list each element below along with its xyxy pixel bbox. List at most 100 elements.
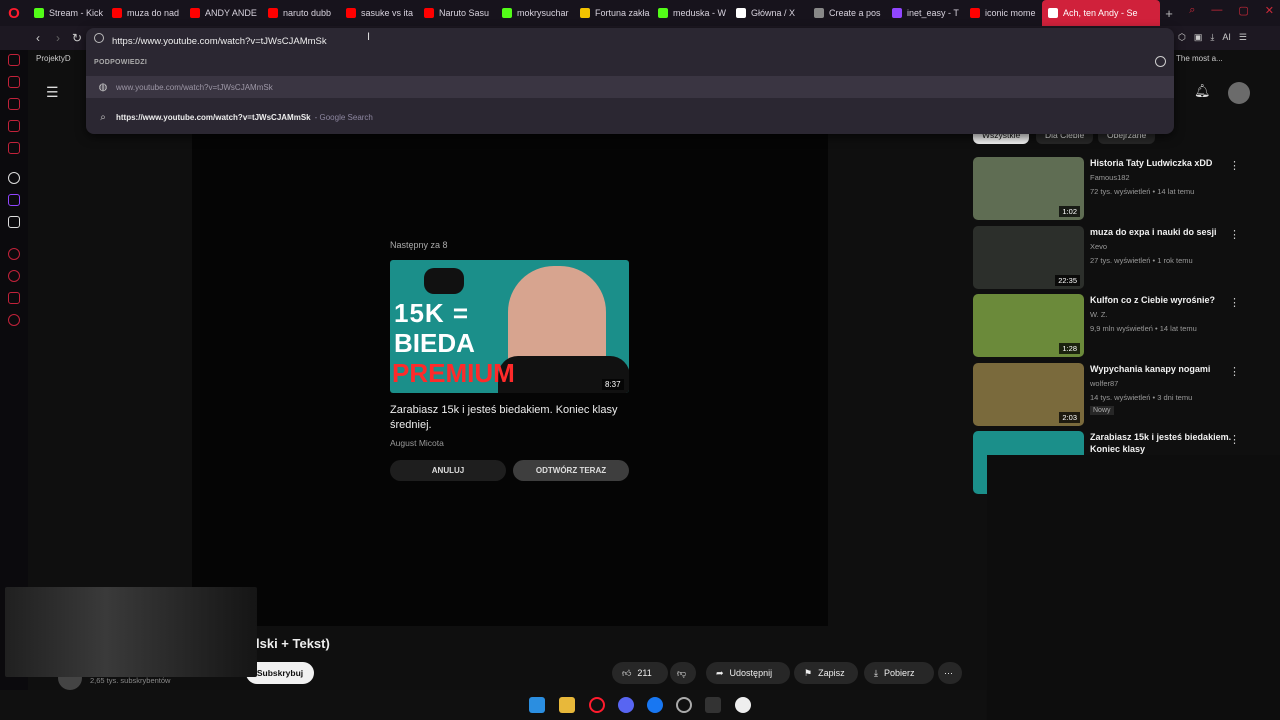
discord-icon[interactable] — [618, 697, 634, 713]
channel-name[interactable]: wolfer87 — [1090, 379, 1118, 388]
video-title[interactable]: muza do expa i nauki do sesji — [1090, 226, 1240, 238]
video-title[interactable]: Wypychania kanapy nogami — [1090, 363, 1240, 375]
search-tabs-icon[interactable]: ⌕ — [1189, 4, 1195, 17]
more-options-icon[interactable]: ⋮ — [1229, 296, 1240, 309]
recommendation-item[interactable]: 22:35 muza do expa i nauki do sesji Xevo 27… — [973, 226, 1263, 290]
dog-graphic — [424, 268, 464, 294]
browser-tab[interactable]: Główna / X — [730, 0, 808, 26]
extensions-icon[interactable] — [8, 292, 20, 304]
opera-taskbar-icon[interactable] — [589, 697, 605, 713]
bookmark-item[interactable]: The most a... — [1176, 54, 1223, 63]
reload-icon[interactable]: ↻ — [72, 31, 82, 45]
history-icon[interactable] — [8, 76, 20, 88]
extensions-icon[interactable]: ⬡ — [1178, 32, 1186, 43]
more-options-icon[interactable]: ⋮ — [1229, 159, 1240, 172]
tab-favicon-icon — [502, 8, 512, 18]
ai-button[interactable]: AI — [1222, 32, 1231, 43]
video-thumbnail[interactable]: 22:35 — [973, 226, 1084, 289]
dislike-button[interactable]: 👎︎ — [670, 662, 696, 684]
browser-tab[interactable]: iconic mome — [964, 0, 1042, 26]
clock-icon[interactable] — [8, 270, 20, 282]
browser-tab[interactable]: meduska - W — [652, 0, 730, 26]
more-icon: ⋯ — [944, 667, 953, 678]
twitch-icon[interactable] — [8, 194, 20, 206]
opera-logo-icon[interactable]: O — [0, 0, 28, 26]
x-icon[interactable] — [8, 216, 20, 228]
play-now-button[interactable]: ODTWÓRZ TERAZ — [513, 460, 629, 481]
tab-favicon-icon — [892, 8, 902, 18]
cancel-button[interactable]: ANULUJ — [390, 460, 506, 481]
video-thumbnail[interactable]: 2:03 — [973, 363, 1084, 426]
minimize-icon[interactable]: — — [1211, 4, 1222, 17]
suggestion-url[interactable]: ◍ www.youtube.com/watch?v=tJWsCJAMmSk — [86, 76, 1174, 98]
maximize-icon[interactable]: ▢ — [1238, 4, 1248, 17]
more-options-icon[interactable]: ⋮ — [1229, 433, 1240, 446]
video-title[interactable]: Kulfon co z Ciebie wyrośnie? — [1090, 294, 1240, 306]
up-next-thumbnail[interactable]: 15K = BIEDA PREMIUM — [390, 260, 629, 393]
channel-name[interactable]: Xevo — [1090, 242, 1107, 251]
window-controls: ⌕ — ▢ ✕ — [1189, 4, 1274, 17]
back-icon[interactable]: ‹ — [36, 31, 40, 45]
close-window-icon[interactable]: ✕ — [1265, 4, 1274, 17]
browser-tab[interactable]: Naruto Sasu — [418, 0, 496, 26]
recommendation-item[interactable]: 1:02 Historia Taty Ludwiczka xDD Famous182… — [973, 157, 1263, 221]
more-options-icon[interactable]: ⋮ — [1229, 228, 1240, 241]
messenger-icon[interactable] — [8, 54, 20, 66]
tab-favicon-icon — [112, 8, 122, 18]
download-icon[interactable]: ⤓ — [1210, 32, 1214, 43]
emoji-icon[interactable] — [1155, 56, 1166, 67]
like-button[interactable]: 👍︎ 211 — [612, 662, 668, 684]
bookmarks-icon[interactable] — [8, 98, 20, 110]
tab-label: mokrysuchar — [517, 8, 569, 18]
share-icon: ➦ — [716, 667, 724, 678]
browser-tab[interactable]: ANDY ANDE — [184, 0, 262, 26]
channel-name[interactable]: W. Z. — [1090, 310, 1108, 319]
url-input[interactable] — [112, 32, 712, 50]
video-thumbnail[interactable]: 1:02 — [973, 157, 1084, 220]
menu-icon[interactable]: ☰ — [1239, 32, 1247, 43]
suggestion-search[interactable]: ⌕ https://www.youtube.com/watch?v=tJWsCJ… — [86, 106, 1174, 128]
settings-icon[interactable] — [8, 314, 20, 326]
yt-menu-icon[interactable]: ☰ — [46, 84, 59, 101]
music-icon[interactable] — [8, 120, 20, 132]
notifications-icon[interactable]: 🔔︎ — [1194, 83, 1211, 99]
browser-tab[interactable]: muza do nad — [106, 0, 184, 26]
app-icon[interactable] — [735, 697, 751, 713]
channel-name[interactable]: Famous182 — [1090, 173, 1130, 182]
save-button[interactable]: ⚑ Zapisz — [794, 662, 858, 684]
browser-tab[interactable]: Fortuna zakła — [574, 0, 652, 26]
new-tab-button[interactable]: + — [1160, 6, 1178, 21]
windows-start-icon[interactable] — [529, 697, 545, 713]
up-next-title[interactable]: Zarabiasz 15k i jesteś biedakiem. Koniec… — [390, 403, 630, 433]
browser-tab[interactable]: Create a pos — [808, 0, 886, 26]
player-icon[interactable] — [8, 248, 20, 260]
forward-icon[interactable]: › — [56, 31, 60, 45]
more-actions-button[interactable]: ⋯ — [938, 662, 962, 684]
browser-tab[interactable]: Stream - Kick — [28, 0, 106, 26]
facebook-icon[interactable] — [647, 697, 663, 713]
terminal-icon[interactable] — [705, 697, 721, 713]
more-options-icon[interactable]: ⋮ — [1229, 365, 1240, 378]
browser-tab[interactable]: Ach, ten Andy - Se — [1042, 0, 1160, 26]
share-button[interactable]: ➦ Udostępnij — [706, 662, 790, 684]
taskbar — [0, 690, 986, 720]
recommendation-item[interactable]: 1:28 Kulfon co z Ciebie wyrośnie? W. Z. 9,9… — [973, 294, 1263, 358]
video-thumbnail[interactable]: 1:28 — [973, 294, 1084, 357]
download-button[interactable]: ⤓ Pobierz — [864, 662, 934, 684]
video-title[interactable]: Historia Taty Ludwiczka xDD — [1090, 157, 1240, 169]
avatar[interactable] — [1228, 82, 1250, 104]
browser-tab[interactable]: sasuke vs ita — [340, 0, 418, 26]
file-explorer-icon[interactable] — [559, 697, 575, 713]
duration-badge: 1:28 — [1059, 343, 1080, 354]
bookmark-item[interactable]: ProjektyD — [36, 54, 71, 63]
recommendation-item[interactable]: 2:03 Wypychania kanapy nogami wolfer87 14 t… — [973, 363, 1263, 427]
browser-tab[interactable]: inet_easy - T — [886, 0, 964, 26]
browser-tab[interactable]: naruto dubb — [262, 0, 340, 26]
obs-icon[interactable] — [676, 697, 692, 713]
wallet-icon[interactable]: ▣ — [1194, 32, 1203, 43]
mail-icon[interactable] — [8, 142, 20, 154]
browser-tab[interactable]: mokrysuchar — [496, 0, 574, 26]
chatgpt-icon[interactable] — [8, 172, 20, 184]
video-title[interactable]: Zarabiasz 15k i jesteś biedakiem. Koniec… — [1090, 431, 1240, 455]
up-next-channel[interactable]: August Micota — [390, 438, 444, 448]
